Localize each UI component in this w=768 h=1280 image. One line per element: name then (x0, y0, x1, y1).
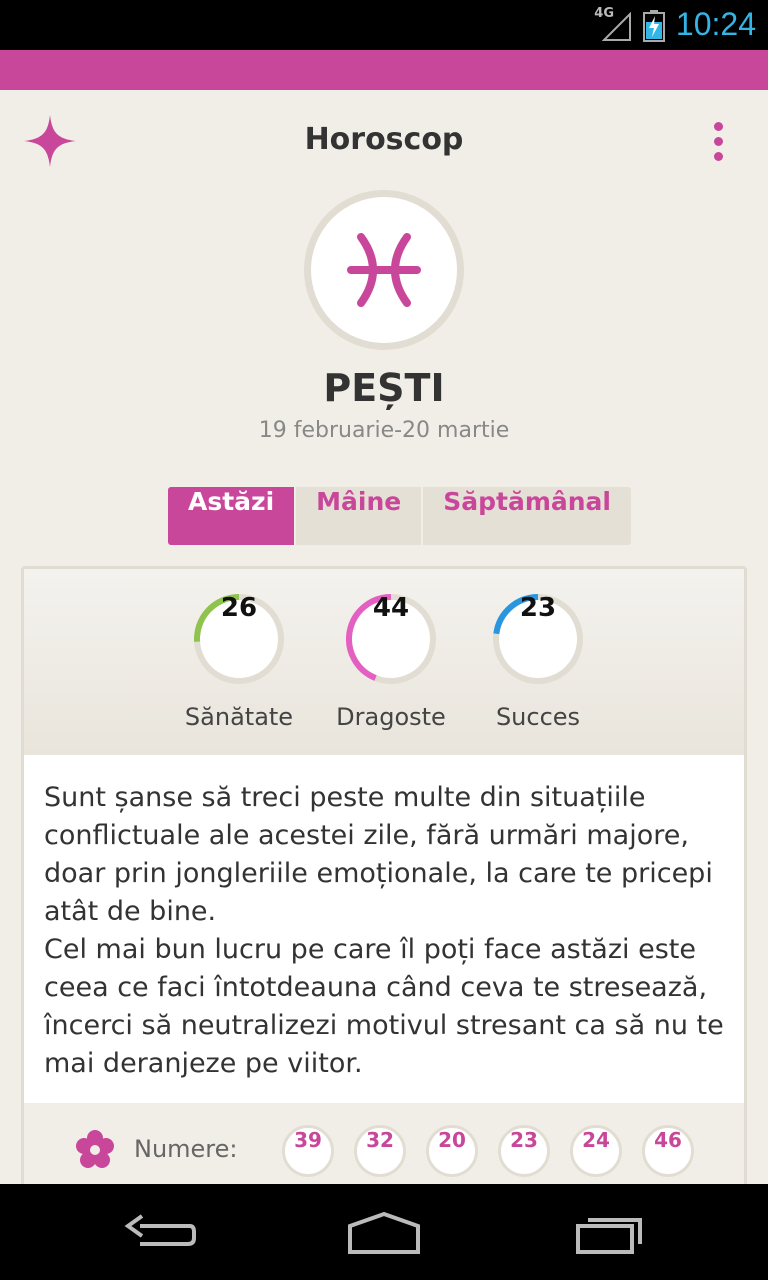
clock: 10:24 (675, 6, 756, 42)
meter-love-label: Dragoste (336, 703, 446, 731)
lucky-number: 20 (426, 1125, 478, 1177)
horoscope-card: 26 Sănătate 44 Dragoste 23 Succes Sunt ș… (21, 566, 747, 1206)
meter-love: 44 (345, 593, 437, 685)
meter-health-label: Sănătate (184, 703, 294, 731)
lucky-number: 46 (642, 1125, 694, 1177)
overflow-menu-icon[interactable] (706, 122, 730, 162)
meter-health-value: 26 (220, 593, 258, 623)
horoscope-text: Sunt șanse să treci peste multe din situ… (44, 779, 734, 1083)
lucky-number: 24 (570, 1125, 622, 1177)
page-title: Horoscop (304, 122, 464, 157)
recent-apps-icon[interactable] (572, 1204, 652, 1264)
navigation-bar (0, 1184, 768, 1280)
period-tabs: Astăzi Mâine Săptămânal (168, 487, 631, 545)
pisces-icon (347, 233, 421, 307)
meter-success-value: 23 (519, 593, 557, 623)
lucky-number: 32 (354, 1125, 406, 1177)
horoscope-paragraph: Sunt șanse să treci peste multe din situ… (44, 782, 724, 1079)
lucky-number: 39 (282, 1125, 334, 1177)
home-icon[interactable] (344, 1204, 424, 1264)
numbers-label: Numere: (134, 1135, 238, 1163)
meter-love-value: 44 (372, 593, 410, 623)
signal-icon (602, 12, 631, 41)
status-bar: 4G 10:24 (0, 0, 768, 50)
tab-weekly[interactable]: Săptămânal (421, 487, 631, 545)
sign-name: PEȘTI (323, 366, 445, 410)
back-icon[interactable] (120, 1204, 200, 1264)
meter-success-label: Succes (495, 703, 581, 731)
sign-dates: 19 februarie-20 martie (258, 418, 510, 443)
sign-badge (304, 190, 464, 350)
meters-panel: 26 Sănătate 44 Dragoste 23 Succes (24, 569, 744, 755)
meter-health: 26 (193, 593, 285, 685)
flower-icon (76, 1130, 114, 1168)
battery-charging-icon (643, 10, 665, 42)
meter-success: 23 (492, 593, 584, 685)
tab-tomorrow[interactable]: Mâine (294, 487, 422, 545)
tab-today[interactable]: Astăzi (168, 487, 295, 545)
accent-bar (0, 50, 768, 90)
lucky-number: 23 (498, 1125, 550, 1177)
